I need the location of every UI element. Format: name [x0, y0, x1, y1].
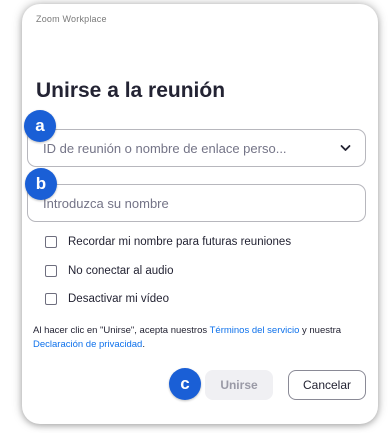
annotation-badge-c: c [169, 368, 201, 400]
annotation-badge-b: b [25, 168, 57, 200]
terms-middle: y nuestra [299, 325, 342, 336]
name-placeholder: Introduzca su nombre [43, 195, 169, 211]
no-audio-option[interactable]: No conectar al audio [45, 265, 173, 277]
remember-name-option[interactable]: Recordar mi nombre para futuras reunione… [45, 236, 291, 248]
terms-suffix: . [142, 339, 145, 350]
window-title: Zoom Workplace [36, 14, 107, 24]
terms-prefix: Al hacer clic en "Unirse", acepta nuestr… [33, 325, 210, 336]
disable-video-label: Desactivar mi vídeo [68, 293, 169, 305]
terms-of-service-link[interactable]: Términos del servicio [210, 325, 300, 336]
disable-video-option[interactable]: Desactivar mi vídeo [45, 293, 169, 305]
chevron-down-icon[interactable] [340, 143, 351, 153]
disable-video-checkbox[interactable] [45, 293, 57, 305]
privacy-statement-link[interactable]: Declaración de privacidad [33, 339, 142, 350]
name-input[interactable]: Introduzca su nombre [27, 184, 366, 222]
no-audio-checkbox[interactable] [45, 265, 57, 277]
remember-name-label: Recordar mi nombre para futuras reunione… [68, 236, 292, 248]
no-audio-label: No conectar al audio [68, 265, 174, 277]
cancel-button[interactable]: Cancelar [288, 370, 366, 400]
join-meeting-window: Zoom Workplace Unirse a la reunión ID de… [22, 4, 378, 424]
terms-notice: Al hacer clic en "Unirse", acepta nuestr… [33, 324, 353, 352]
page-title: Unirse a la reunión [36, 79, 226, 102]
meeting-id-dropdown[interactable]: ID de reunión o nombre de enlace perso..… [27, 129, 366, 167]
remember-name-checkbox[interactable] [45, 236, 57, 248]
meeting-id-placeholder: ID de reunión o nombre de enlace perso..… [43, 140, 287, 156]
annotation-badge-a: a [24, 110, 56, 142]
join-button[interactable]: Unirse [205, 370, 273, 400]
